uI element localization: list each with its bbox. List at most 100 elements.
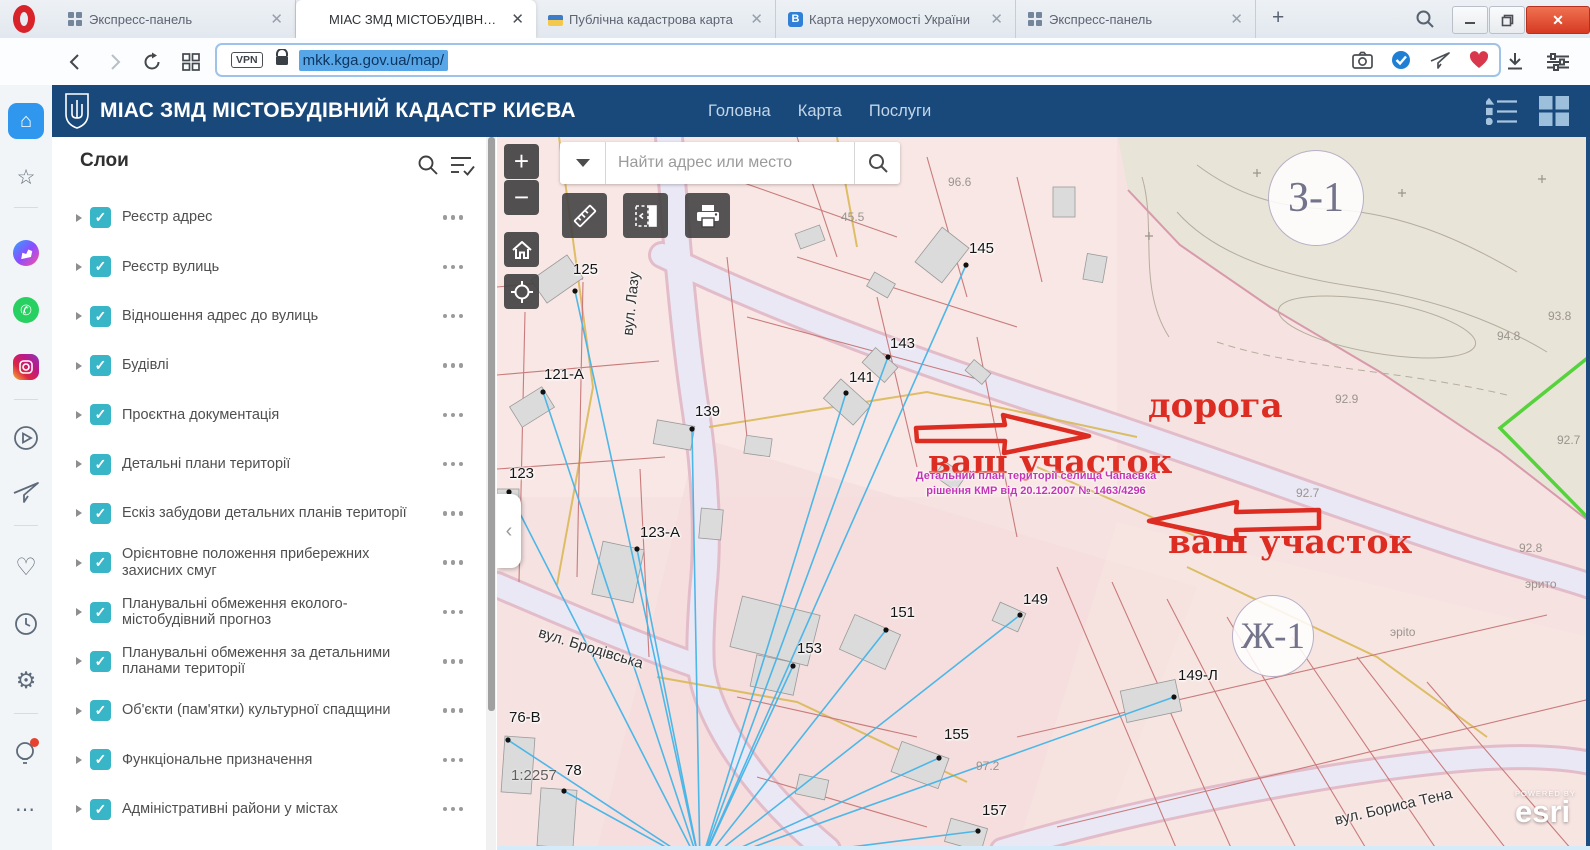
layer-checkbox[interactable]: ✓: [90, 602, 111, 623]
ellipsis-icon[interactable]: ⋯: [0, 797, 52, 822]
layer-row[interactable]: ✓ Функціональне призначення: [52, 735, 487, 784]
close-icon[interactable]: ✕: [986, 10, 1007, 29]
messenger-icon[interactable]: [0, 240, 52, 266]
layer-options-button[interactable]: [443, 610, 464, 615]
layer-options-button[interactable]: [443, 758, 464, 763]
layer-checkbox[interactable]: ✓: [90, 355, 111, 376]
layer-checkbox[interactable]: ✓: [90, 651, 111, 672]
layer-checkbox[interactable]: ✓: [90, 454, 111, 475]
back-button[interactable]: [62, 38, 90, 85]
expand-caret-icon[interactable]: [76, 263, 82, 271]
locate-button[interactable]: [504, 274, 539, 309]
new-tab-button[interactable]: +: [1272, 6, 1284, 30]
url-text-selected[interactable]: mkk.kga.gov.ua/map/: [299, 50, 448, 71]
tab-speed-dial-1[interactable]: Экспресс-панель ✕: [56, 0, 296, 38]
nav-home-link[interactable]: Головна: [708, 102, 771, 121]
opera-logo-icon[interactable]: [13, 5, 35, 33]
maximize-button[interactable]: [1489, 6, 1525, 34]
collapse-panel-button[interactable]: ‹: [497, 494, 521, 568]
forward-button[interactable]: [100, 38, 128, 85]
player-icon[interactable]: [0, 425, 52, 451]
bookmark-heart-icon[interactable]: [1469, 51, 1489, 69]
layer-options-button[interactable]: [443, 314, 464, 319]
expand-caret-icon[interactable]: [76, 214, 82, 222]
layer-checkbox[interactable]: ✓: [90, 306, 111, 327]
layer-checkbox[interactable]: ✓: [90, 256, 111, 277]
layer-options-button[interactable]: [443, 708, 464, 713]
layer-options-button[interactable]: [443, 511, 464, 516]
layer-options-button[interactable]: [443, 462, 464, 467]
close-icon[interactable]: ✕: [266, 10, 287, 29]
instagram-icon[interactable]: [0, 354, 52, 380]
tab-cadastral-map[interactable]: Публічна кадастрова карта ✕: [536, 0, 776, 38]
gear-icon[interactable]: ⚙: [0, 667, 52, 694]
layer-row[interactable]: ✓ Адміністративні райони у містах: [52, 785, 487, 834]
star-icon[interactable]: ☆: [0, 165, 52, 190]
layer-checkbox[interactable]: ✓: [90, 700, 111, 721]
expand-caret-icon[interactable]: [76, 559, 82, 567]
map-viewport[interactable]: 125121-A139141143145123123-A151153149149…: [497, 137, 1590, 850]
close-icon[interactable]: ✕: [1226, 10, 1247, 29]
layer-row[interactable]: ✓ Реєстр адрес: [52, 193, 487, 242]
layer-filter-icon[interactable]: [450, 154, 476, 182]
expand-caret-icon[interactable]: [76, 608, 82, 616]
search-source-dropdown[interactable]: [560, 142, 606, 184]
layer-options-button[interactable]: [443, 560, 464, 565]
close-icon[interactable]: ✕: [746, 10, 767, 29]
speed-dial-button[interactable]: [176, 38, 206, 85]
expand-caret-icon[interactable]: [76, 312, 82, 320]
map-search-input[interactable]: [606, 142, 854, 184]
layer-row[interactable]: ✓ Будівлі: [52, 341, 487, 390]
panel-scrollbar-thumb[interactable]: [488, 137, 495, 711]
page-scrollbar[interactable]: [1586, 137, 1590, 850]
layer-row[interactable]: ✓ Планувальні обмеження еколого-містобуд…: [52, 587, 487, 636]
protection-shield-icon[interactable]: [1391, 50, 1411, 70]
expand-caret-icon[interactable]: [76, 657, 82, 665]
apps-grid-icon[interactable]: [1538, 95, 1570, 132]
home-extent-button[interactable]: [504, 232, 539, 267]
layer-options-button[interactable]: [443, 659, 464, 664]
layer-row[interactable]: ✓ Проєктна документація: [52, 390, 487, 439]
home-icon[interactable]: ⌂: [8, 103, 44, 139]
nav-map-link[interactable]: Карта: [798, 102, 842, 121]
layer-options-button[interactable]: [443, 363, 464, 368]
expand-caret-icon[interactable]: [76, 707, 82, 715]
tab-speed-dial-2[interactable]: Экспресс-панель ✕: [1016, 0, 1256, 38]
nav-services-link[interactable]: Послуги: [869, 102, 931, 121]
reload-button[interactable]: [138, 38, 166, 85]
layer-checkbox[interactable]: ✓: [90, 799, 111, 820]
layer-checkbox[interactable]: ✓: [90, 404, 111, 425]
layer-options-button[interactable]: [443, 265, 464, 270]
lightbulb-icon[interactable]: [0, 740, 52, 768]
layer-search-icon[interactable]: [416, 153, 440, 182]
expand-caret-icon[interactable]: [76, 411, 82, 419]
print-button[interactable]: [685, 193, 730, 238]
layer-options-button[interactable]: [443, 215, 464, 220]
layer-row[interactable]: ✓ Детальні плани території: [52, 439, 487, 488]
layer-row[interactable]: ✓ Відношення адрес до вулиць: [52, 292, 487, 341]
send-to-flow-icon[interactable]: [1429, 51, 1451, 70]
zoom-out-button[interactable]: −: [504, 180, 539, 215]
map-search-button[interactable]: [854, 142, 900, 184]
layer-checkbox[interactable]: ✓: [90, 749, 111, 770]
close-window-button[interactable]: ✕: [1526, 6, 1590, 34]
layer-row[interactable]: ✓ Планувальні обмеження за детальними пл…: [52, 637, 487, 686]
downloads-icon[interactable]: [1500, 38, 1530, 85]
expand-caret-icon[interactable]: [76, 362, 82, 370]
heart-icon[interactable]: ♡: [0, 553, 52, 582]
history-clock-icon[interactable]: [0, 612, 52, 636]
snapshot-camera-icon[interactable]: [1352, 51, 1373, 69]
search-icon[interactable]: [1414, 8, 1436, 35]
settings-tune-icon[interactable]: [1542, 38, 1574, 85]
layer-checkbox[interactable]: ✓: [90, 503, 111, 524]
expand-caret-icon[interactable]: [76, 756, 82, 764]
expand-caret-icon[interactable]: [76, 460, 82, 468]
layer-row[interactable]: ✓ Об'єкти (пам'ятки) культурної спадщини: [52, 686, 487, 735]
layer-options-button[interactable]: [443, 413, 464, 418]
zoom-in-button[interactable]: +: [504, 144, 539, 179]
minimize-button[interactable]: [1452, 6, 1488, 34]
basemap-swipe-button[interactable]: [623, 193, 668, 238]
layer-options-button[interactable]: [443, 807, 464, 812]
layer-row[interactable]: ✓ Ескіз забудови детальних планів терито…: [52, 489, 487, 538]
whatsapp-icon[interactable]: ✆: [0, 297, 52, 323]
